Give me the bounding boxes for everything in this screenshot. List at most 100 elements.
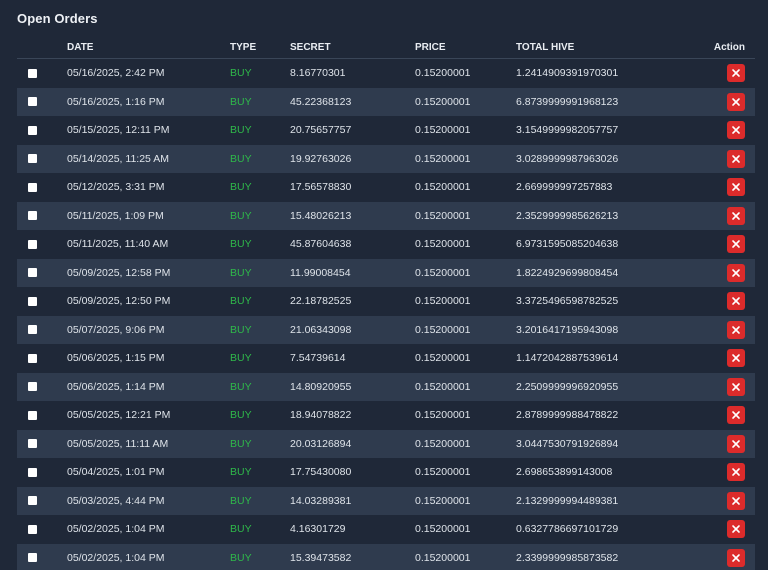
close-icon: [732, 553, 740, 562]
order-date: 05/09/2025, 12:58 PM: [67, 266, 171, 279]
table-row: 05/16/2025, 1:16 PM BUY 45.22368123 0.15200…: [17, 87, 755, 117]
cancel-order-button[interactable]: [727, 149, 745, 168]
row-select-checkbox[interactable]: [28, 154, 37, 164]
row-select-cell: [28, 145, 37, 174]
action-cell: [727, 173, 745, 202]
row-select-checkbox[interactable]: [28, 211, 37, 221]
cancel-order-button[interactable]: [727, 349, 745, 368]
cancel-order-button[interactable]: [727, 434, 745, 453]
panel-title: Open Orders: [17, 11, 98, 26]
order-secret: 14.80920955: [290, 380, 352, 393]
table-row: 05/09/2025, 12:50 PM BUY 22.18782525 0.1520…: [17, 287, 755, 316]
table-row: 05/05/2025, 11:11 AM BUY 20.03126894 0.1520…: [17, 429, 755, 459]
order-date: 05/06/2025, 1:15 PM: [67, 352, 165, 365]
order-date: 05/11/2025, 11:40 AM: [67, 238, 169, 251]
order-type: BUY: [230, 152, 252, 165]
cancel-order-button[interactable]: [727, 92, 745, 111]
row-select-checkbox[interactable]: [28, 68, 37, 78]
cancel-order-button[interactable]: [727, 121, 745, 140]
cancel-order-button[interactable]: [727, 548, 745, 567]
row-select-checkbox[interactable]: [28, 239, 37, 249]
row-select-checkbox[interactable]: [28, 382, 37, 392]
table-row: 05/09/2025, 12:58 PM BUY 11.99008454 0.1520…: [17, 258, 755, 288]
order-type: BUY: [230, 295, 252, 308]
header-action: Action: [713, 41, 745, 53]
row-select-checkbox[interactable]: [28, 296, 37, 306]
order-total-hive: 2.698653899143008: [516, 466, 613, 479]
row-select-checkbox[interactable]: [28, 325, 37, 335]
action-cell: [727, 202, 745, 231]
row-select-checkbox[interactable]: [28, 467, 37, 477]
order-type: BUY: [230, 409, 252, 422]
order-secret: 21.06343098: [290, 323, 352, 336]
cancel-order-button[interactable]: [727, 206, 745, 225]
order-type: BUY: [230, 266, 252, 279]
close-icon: [732, 69, 740, 78]
open-orders-panel: Open Orders DATE TYPE SECRET PRICE TOTAL…: [0, 0, 768, 570]
row-select-checkbox[interactable]: [28, 353, 37, 363]
orders-table: DATE TYPE SECRET PRICE TOTAL HIVE Action…: [17, 36, 755, 570]
order-secret: 7.54739614: [290, 352, 346, 365]
order-total-hive: 2.2509999996920955: [516, 380, 619, 393]
order-total-hive: 1.2414909391970301: [516, 67, 619, 80]
close-icon: [732, 496, 740, 505]
cancel-order-button[interactable]: [727, 178, 745, 197]
close-icon: [732, 439, 740, 448]
action-cell: [727, 59, 745, 88]
row-select-checkbox[interactable]: [28, 125, 37, 135]
cancel-order-button[interactable]: [727, 377, 745, 396]
cancel-order-button[interactable]: [727, 406, 745, 425]
order-type: BUY: [230, 437, 252, 450]
order-price: 0.15200001: [415, 437, 471, 450]
order-date: 05/09/2025, 12:50 PM: [67, 295, 171, 308]
row-select-checkbox[interactable]: [28, 410, 37, 420]
cancel-order-button[interactable]: [727, 520, 745, 539]
order-total-hive: 2.3399999985873582: [516, 551, 619, 564]
cancel-order-button[interactable]: [727, 320, 745, 339]
action-cell: [727, 259, 745, 288]
order-secret: 22.18782525: [290, 295, 352, 308]
table-row: 05/07/2025, 9:06 PM BUY 21.06343098 0.15200…: [17, 315, 755, 344]
table-row: 05/02/2025, 1:04 PM BUY 4.16301729 0.152000…: [17, 515, 755, 544]
order-total-hive: 0.6327786697101729: [516, 523, 619, 536]
row-select-checkbox[interactable]: [28, 97, 37, 107]
row-select-checkbox[interactable]: [28, 439, 37, 449]
cancel-order-button[interactable]: [727, 64, 745, 83]
order-total-hive: 2.3529999985626213: [516, 209, 619, 222]
order-date: 05/05/2025, 12:21 PM: [67, 409, 171, 422]
order-date: 05/16/2025, 2:42 PM: [67, 67, 165, 80]
order-price: 0.15200001: [415, 124, 471, 137]
cancel-order-button[interactable]: [727, 292, 745, 311]
row-select-checkbox[interactable]: [28, 496, 37, 506]
close-icon: [732, 183, 740, 192]
cancel-order-button[interactable]: [727, 263, 745, 282]
cancel-order-button[interactable]: [727, 491, 745, 510]
row-select-checkbox[interactable]: [28, 182, 37, 192]
order-type: BUY: [230, 209, 252, 222]
order-date: 05/11/2025, 1:09 PM: [67, 209, 164, 222]
row-select-checkbox[interactable]: [28, 268, 37, 278]
order-secret: 15.39473582: [290, 551, 352, 564]
action-cell: [727, 88, 745, 117]
row-select-checkbox[interactable]: [28, 553, 37, 563]
table-row: 05/11/2025, 1:09 PM BUY 15.48026213 0.15200…: [17, 201, 755, 231]
action-cell: [727, 145, 745, 174]
row-select-cell: [28, 430, 37, 459]
row-select-cell: [28, 515, 37, 544]
order-total-hive: 6.8739999991968123: [516, 95, 619, 108]
order-total-hive: 3.0289999987963026: [516, 152, 619, 165]
order-price: 0.15200001: [415, 523, 471, 536]
table-row: 05/15/2025, 12:11 PM BUY 20.75657757 0.1520…: [17, 116, 755, 145]
action-cell: [727, 401, 745, 430]
table-row: 05/02/2025, 1:04 PM BUY 15.39473582 0.15200…: [17, 543, 755, 570]
cancel-order-button[interactable]: [727, 463, 745, 482]
order-type: BUY: [230, 95, 252, 108]
close-icon: [732, 268, 740, 277]
cancel-order-button[interactable]: [727, 235, 745, 254]
order-secret: 18.94078822: [290, 409, 352, 422]
order-secret: 17.75430080: [290, 466, 352, 479]
order-price: 0.15200001: [415, 266, 471, 279]
table-row: 05/04/2025, 1:01 PM BUY 17.75430080 0.15200…: [17, 458, 755, 487]
table-row: 05/16/2025, 2:42 PM BUY 8.16770301 0.152000…: [17, 59, 755, 88]
row-select-checkbox[interactable]: [28, 524, 37, 534]
